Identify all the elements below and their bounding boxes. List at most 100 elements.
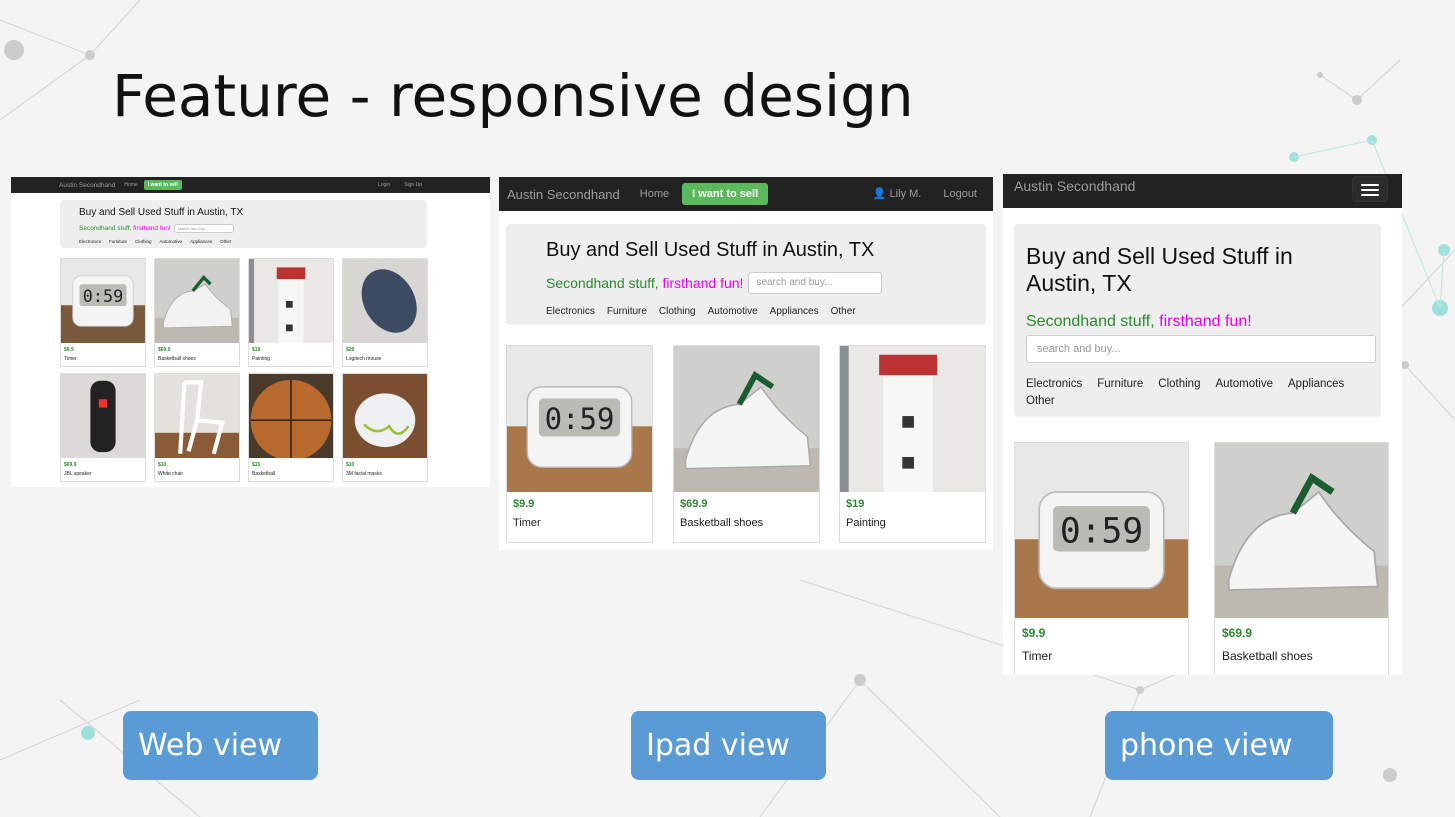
product-image[interactable] — [155, 374, 239, 458]
product-card[interactable]: $10 White chair — [154, 373, 240, 482]
product-card[interactable]: $69.9 JBL speaker — [60, 373, 146, 482]
product-price: $19 — [846, 498, 865, 510]
category-link[interactable]: Electronics — [1026, 376, 1082, 392]
category-link[interactable]: Automotive — [708, 306, 758, 317]
product-card[interactable]: $69.9 Basketball shoes — [154, 258, 240, 367]
product-card[interactable]: 0:59 $9.9 Timer — [506, 345, 653, 543]
ipad-view-screenshot: Austin Secondhand Home I want to sell 👤 … — [499, 177, 993, 550]
slide-title: Feature - responsive design — [112, 62, 914, 130]
hero-banner: Buy and Sell Used Stuff in Austin, TX Se… — [60, 200, 427, 248]
product-price: $9.9 — [1022, 626, 1046, 640]
brand-link[interactable]: Austin Secondhand — [1014, 178, 1135, 194]
user-menu[interactable]: 👤 Lily M. — [873, 187, 922, 200]
product-price: $19 — [252, 347, 261, 353]
shoes-icon — [674, 346, 819, 492]
web-view-screenshot: Austin Secondhand Home I want to sell Lo… — [11, 177, 490, 487]
speaker-icon — [61, 374, 145, 458]
tagline: Secondhand stuff, firsthand fun! search … — [546, 272, 883, 294]
nav-home-link[interactable]: Home — [124, 182, 137, 188]
product-image[interactable] — [840, 346, 985, 492]
product-name[interactable]: Timer — [64, 356, 77, 362]
product-name[interactable]: Basketball — [252, 471, 275, 477]
product-card[interactable]: $19 Painting — [248, 258, 334, 367]
search-input[interactable]: search and buy... — [173, 224, 234, 233]
category-link[interactable]: Furniture — [607, 306, 647, 317]
category-link[interactable]: Furniture — [109, 239, 127, 244]
phone-view-button[interactable]: phone view — [1105, 711, 1333, 780]
product-card[interactable]: $10 3M facial masks — [342, 373, 428, 482]
product-name[interactable]: Painting — [252, 356, 270, 362]
category-link[interactable]: Clothing — [135, 239, 152, 244]
logout-link[interactable]: Logout — [943, 188, 977, 200]
product-card[interactable]: $69.9 Basketball shoes — [1214, 442, 1389, 675]
product-image[interactable] — [155, 259, 239, 343]
category-link[interactable]: Automotive — [1215, 376, 1273, 392]
category-link[interactable]: Electronics — [546, 306, 595, 317]
category-nav: Electronics Furniture Clothing Automotiv… — [79, 239, 231, 244]
category-link[interactable]: Other — [831, 306, 856, 317]
product-card[interactable]: $19 Painting — [839, 345, 986, 543]
category-link[interactable]: Furniture — [1097, 376, 1143, 392]
category-link[interactable]: Other — [220, 239, 231, 244]
product-card[interactable]: $15 Basketball — [248, 373, 334, 482]
nav-home-link[interactable]: Home — [640, 188, 669, 200]
search-input[interactable]: search and buy... — [748, 272, 883, 294]
category-link[interactable]: Automotive — [160, 239, 183, 244]
category-link[interactable]: Appliances — [1288, 376, 1344, 392]
product-image[interactable] — [249, 374, 333, 458]
product-name[interactable]: Basketball shoes — [680, 517, 763, 529]
product-image[interactable]: 0:59 — [1015, 443, 1188, 618]
product-name[interactable]: Basketball shoes — [1222, 649, 1313, 663]
category-link[interactable]: Clothing — [1158, 376, 1200, 392]
product-name[interactable]: 3M facial masks — [346, 471, 382, 477]
product-name[interactable]: Timer — [513, 517, 541, 529]
ipad-view-button[interactable]: Ipad view — [631, 711, 826, 780]
brand-link[interactable]: Austin Secondhand — [59, 182, 115, 189]
hero-banner: Buy and Sell Used Stuff in Austin, TX Se… — [1014, 224, 1381, 417]
product-image[interactable]: 0:59 — [507, 346, 652, 492]
category-link[interactable]: Appliances — [190, 239, 212, 244]
tagline: Secondhand stuff, firsthand fun! search … — [79, 224, 234, 233]
hero-heading: Buy and Sell Used Stuff in Austin, TX — [79, 207, 244, 218]
product-name[interactable]: Logitech mouse — [346, 356, 381, 362]
product-image[interactable]: 0:59 — [61, 259, 145, 343]
signup-link[interactable]: Sign Up — [404, 182, 422, 188]
navbar: Austin Secondhand Home I want to sell 👤 … — [499, 177, 993, 211]
product-card[interactable]: 0:59 $9.9 Timer — [1014, 442, 1189, 675]
category-link[interactable]: Other — [1026, 393, 1055, 409]
search-input[interactable]: search and buy... — [1026, 335, 1376, 363]
masks-icon — [343, 374, 427, 458]
brand-link[interactable]: Austin Secondhand — [507, 187, 620, 202]
sell-button[interactable]: I want to sell — [143, 180, 182, 190]
login-link[interactable]: Login — [378, 182, 390, 188]
sell-button[interactable]: I want to sell — [682, 183, 769, 205]
product-card[interactable]: 0:59 $9.9 Timer — [60, 258, 146, 367]
hamburger-menu-icon[interactable] — [1352, 176, 1388, 202]
tagline: Secondhand stuff, firsthand fun! — [1026, 313, 1252, 331]
product-image[interactable] — [249, 259, 333, 343]
category-link[interactable]: Electronics — [79, 239, 101, 244]
category-link[interactable]: Clothing — [659, 306, 696, 317]
web-view-button[interactable]: Web view — [123, 711, 318, 780]
product-image[interactable] — [674, 346, 819, 492]
product-name[interactable]: Basketball shoes — [158, 356, 196, 362]
product-price: $9.9 — [513, 498, 535, 510]
navbar: Austin Secondhand Home I want to sell Lo… — [11, 177, 490, 193]
product-image[interactable] — [61, 374, 145, 458]
product-image[interactable] — [343, 259, 427, 343]
product-image[interactable] — [343, 374, 427, 458]
product-price: $69.9 — [1222, 626, 1253, 640]
product-name[interactable]: Painting — [846, 517, 886, 529]
product-card[interactable]: $29 Logitech mouse — [342, 258, 428, 367]
product-name[interactable]: Timer — [1022, 649, 1052, 663]
user-icon: 👤 — [872, 188, 887, 200]
lighthouse-icon — [840, 346, 985, 492]
tagline-pink: firsthand fun! — [133, 225, 171, 232]
category-link[interactable]: Appliances — [770, 306, 819, 317]
product-name[interactable]: JBL speaker — [64, 471, 92, 477]
product-image[interactable] — [1215, 443, 1388, 618]
user-name: Lily M. — [889, 188, 922, 200]
hero-heading: Buy and Sell Used Stuff in Austin, TX — [546, 239, 875, 261]
product-name[interactable]: White chair — [158, 471, 183, 477]
product-card[interactable]: $69.9 Basketball shoes — [673, 345, 820, 543]
